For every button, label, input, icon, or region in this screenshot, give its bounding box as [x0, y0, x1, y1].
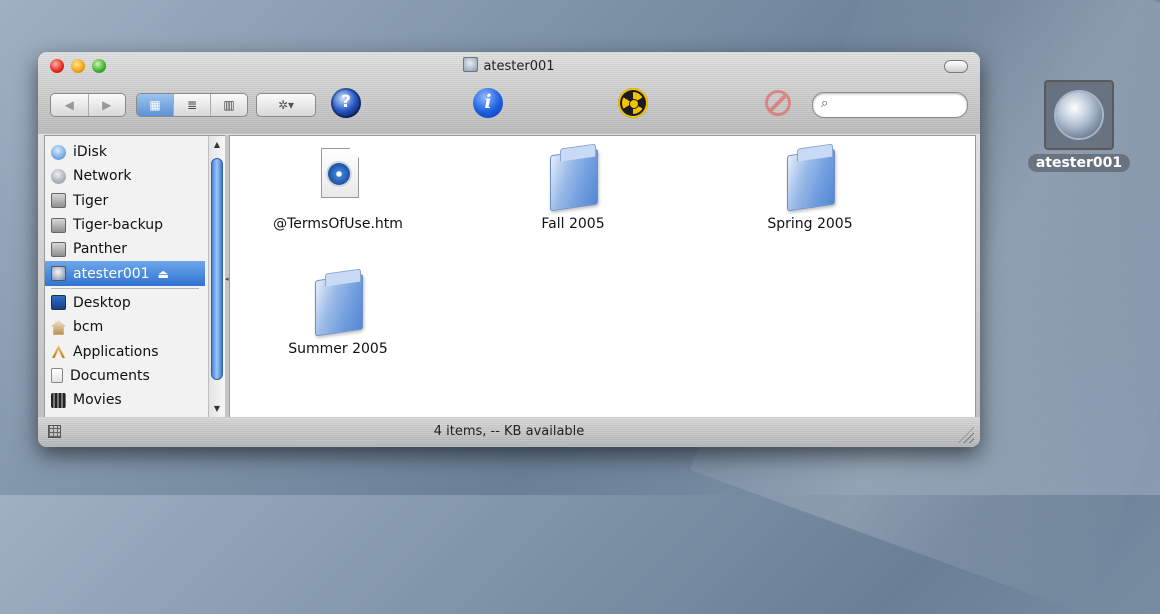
view-mode-control: ▦ ≣ ▥: [136, 93, 248, 117]
sidebar-scrollbar[interactable]: ▲ ▼: [208, 136, 225, 418]
sidebar-item-idisk[interactable]: iDisk: [45, 140, 205, 164]
sidebar-item-panther[interactable]: Panther: [45, 237, 205, 261]
applications-icon: [51, 344, 66, 359]
back-arrow-icon: ◀: [64, 98, 74, 112]
sidebar-item-atester001[interactable]: atester001 ⏏: [45, 261, 205, 286]
file-item[interactable]: Summer 2005: [248, 271, 428, 357]
sidebar-item-desktop[interactable]: Desktop: [45, 291, 205, 315]
idisk-icon: [51, 144, 66, 160]
column-view-icon: ▥: [223, 98, 235, 112]
prohibited-icon[interactable]: [765, 90, 791, 116]
sidebar-item-network[interactable]: Network: [45, 164, 205, 188]
splitter-handle-icon: ◂: [225, 275, 229, 283]
back-forward-control: ◀ ▶: [50, 93, 126, 117]
folder-icon: [309, 271, 367, 333]
sidebar-item-label: Network: [73, 168, 132, 185]
sidebar-item-label: atester001: [73, 265, 150, 282]
file-name: Spring 2005: [767, 216, 853, 232]
action-menu-button[interactable]: ✲▾: [256, 93, 316, 117]
sidebar-list: iDisk Network Tiger Tiger-backup Panther…: [45, 140, 205, 412]
sidebar-item-bcm[interactable]: bcm: [45, 315, 205, 339]
hard-drive-icon: [51, 217, 66, 233]
column-view-button[interactable]: ▥: [210, 94, 247, 116]
back-button[interactable]: ◀: [51, 94, 88, 116]
gear-icon: ✲▾: [277, 98, 295, 112]
desktop-volume-label: atester001: [1027, 154, 1131, 172]
home-icon: [51, 319, 66, 335]
sidebar-item-applications[interactable]: Applications: [45, 339, 205, 363]
scroll-down-arrow-icon[interactable]: ▼: [209, 402, 225, 416]
sidebar-item-label: Tiger: [73, 192, 109, 209]
eject-icon[interactable]: ⏏: [158, 267, 169, 281]
file-item[interactable]: Spring 2005: [720, 146, 900, 232]
sidebar-item-label: Panther: [73, 241, 127, 258]
search-field[interactable]: ⌕: [812, 92, 968, 118]
network-volume-icon: [1044, 80, 1114, 150]
network-volume-icon: [51, 266, 66, 282]
sidebar-item-label: Documents: [70, 367, 150, 384]
movies-icon: [51, 392, 66, 408]
hard-drive-icon: [51, 241, 66, 257]
forward-button[interactable]: ▶: [87, 94, 126, 116]
status-bar: 4 items, -- KB available: [38, 417, 980, 447]
search-icon: ⌕: [821, 96, 829, 111]
html-document-icon: [309, 146, 367, 208]
icon-view-icon: ▦: [149, 98, 161, 112]
help-globe-icon[interactable]: [331, 88, 361, 118]
file-name: Fall 2005: [541, 216, 605, 232]
sidebar-item-movies[interactable]: Movies: [45, 388, 205, 412]
sidebar-item-label: bcm: [73, 319, 104, 336]
file-name: Summer 2005: [288, 341, 388, 357]
sidebar: iDisk Network Tiger Tiger-backup Panther…: [44, 135, 226, 419]
list-view-icon: ≣: [186, 98, 198, 112]
sidebar-item-label: Applications: [73, 343, 159, 360]
sidebar-item-label: Tiger-backup: [73, 217, 164, 234]
search-input[interactable]: [839, 96, 961, 112]
toolbar-toggle-button[interactable]: [944, 60, 968, 73]
folder-icon: [544, 146, 602, 208]
network-icon: [51, 168, 66, 184]
file-item[interactable]: Fall 2005: [483, 146, 663, 232]
finder-window: atester001 ◀ ▶ ▦ ≣ ▥ ✲▾ i ⌕ iDisk Networ…: [38, 52, 980, 447]
burn-icon[interactable]: [618, 88, 648, 118]
status-text: 4 items, -- KB available: [433, 424, 585, 439]
scrollbar-thumb[interactable]: [211, 158, 223, 380]
window-title-text: atester001: [483, 59, 555, 74]
network-volume-icon: [463, 57, 479, 72]
file-item[interactable]: @TermsOfUse.htm: [248, 146, 428, 232]
sidebar-item-label: Desktop: [73, 294, 131, 311]
documents-icon: [51, 368, 63, 384]
hard-drive-icon: [51, 193, 66, 209]
sidebar-item-label: iDisk: [73, 144, 107, 161]
desktop-icon: [51, 295, 66, 311]
folder-icon: [781, 146, 839, 208]
sidebar-item-tiger[interactable]: Tiger: [45, 189, 205, 213]
sidebar-item-label: Movies: [73, 392, 122, 409]
file-name: @TermsOfUse.htm: [273, 216, 403, 232]
scroll-up-arrow-icon[interactable]: ▲: [209, 138, 225, 152]
sidebar-divider: [51, 287, 199, 289]
sidebar-item-documents[interactable]: Documents: [45, 364, 205, 388]
info-icon: i: [484, 91, 492, 113]
sidebar-item-tiger-backup[interactable]: Tiger-backup: [45, 213, 205, 237]
list-view-button[interactable]: ≣: [173, 94, 210, 116]
get-info-button[interactable]: i: [473, 88, 503, 118]
icon-view-button[interactable]: ▦: [137, 94, 173, 116]
window-title: atester001: [38, 57, 980, 74]
forward-arrow-icon: ▶: [102, 98, 112, 112]
file-icon-view: @TermsOfUse.htm Fall 2005 Spring 2005 Su…: [229, 135, 976, 419]
desktop-volume-item[interactable]: atester001: [1016, 80, 1142, 172]
